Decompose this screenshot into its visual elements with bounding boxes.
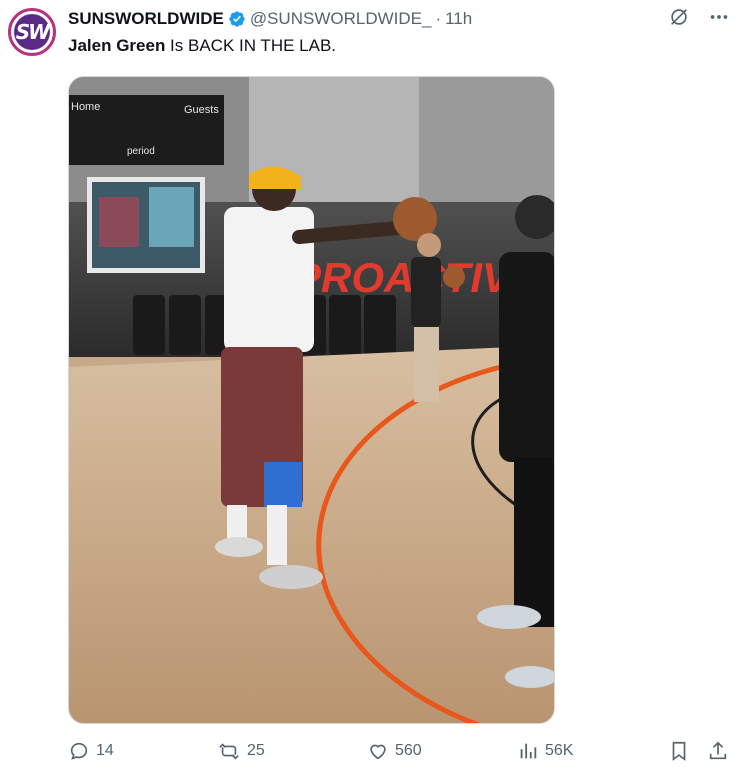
repost-count: 25	[247, 742, 265, 759]
tweet-mention[interactable]: Jalen Green	[68, 36, 165, 55]
grok-icon[interactable]	[668, 6, 690, 28]
repost-icon	[219, 743, 239, 760]
tweet-actions: 14 25 560 56K	[68, 740, 734, 766]
tweet-video[interactable]: Home Guests period PROACTIVE	[68, 76, 555, 724]
top-actions	[668, 6, 730, 28]
separator-dot: ·	[435, 9, 442, 28]
reply-button[interactable]: 14	[68, 740, 114, 762]
tweet-body: Is BACK IN THE LAB.	[165, 36, 337, 55]
repost-button[interactable]: 25	[217, 740, 265, 762]
scoreboard-guests: Guests	[184, 104, 219, 116]
heart-icon	[370, 744, 386, 760]
reply-count: 14	[96, 742, 114, 759]
bookmark-button[interactable]	[668, 740, 690, 762]
avatar[interactable]: SW	[8, 8, 56, 56]
video-frame: Home Guests period PROACTIVE	[69, 77, 554, 723]
share-button[interactable]	[707, 740, 729, 762]
verified-badge-icon	[229, 11, 245, 27]
reply-icon	[70, 742, 88, 760]
tweet-header: SUNSWORLDWIDE @SUNSWORLDWIDE_ · 11h	[68, 8, 472, 30]
like-count: 560	[395, 742, 422, 759]
like-button[interactable]: 560	[367, 740, 422, 762]
scoreboard-period: period	[127, 146, 155, 157]
bookmark-icon	[672, 741, 686, 761]
share-icon	[709, 741, 727, 760]
author-name[interactable]: SUNSWORLDWIDE	[68, 9, 224, 29]
views-icon	[520, 743, 537, 759]
author-handle[interactable]: @SUNSWORLDWIDE_	[250, 9, 432, 29]
avatar-logo: SW	[14, 14, 50, 50]
tweet-text: Jalen Green Is BACK IN THE LAB.	[68, 36, 336, 56]
views-button[interactable]: 56K	[517, 740, 573, 762]
more-options-icon[interactable]	[708, 6, 730, 28]
timestamp[interactable]: 11h	[445, 9, 472, 29]
scoreboard-home: Home	[71, 101, 100, 113]
view-count: 56K	[545, 742, 574, 759]
